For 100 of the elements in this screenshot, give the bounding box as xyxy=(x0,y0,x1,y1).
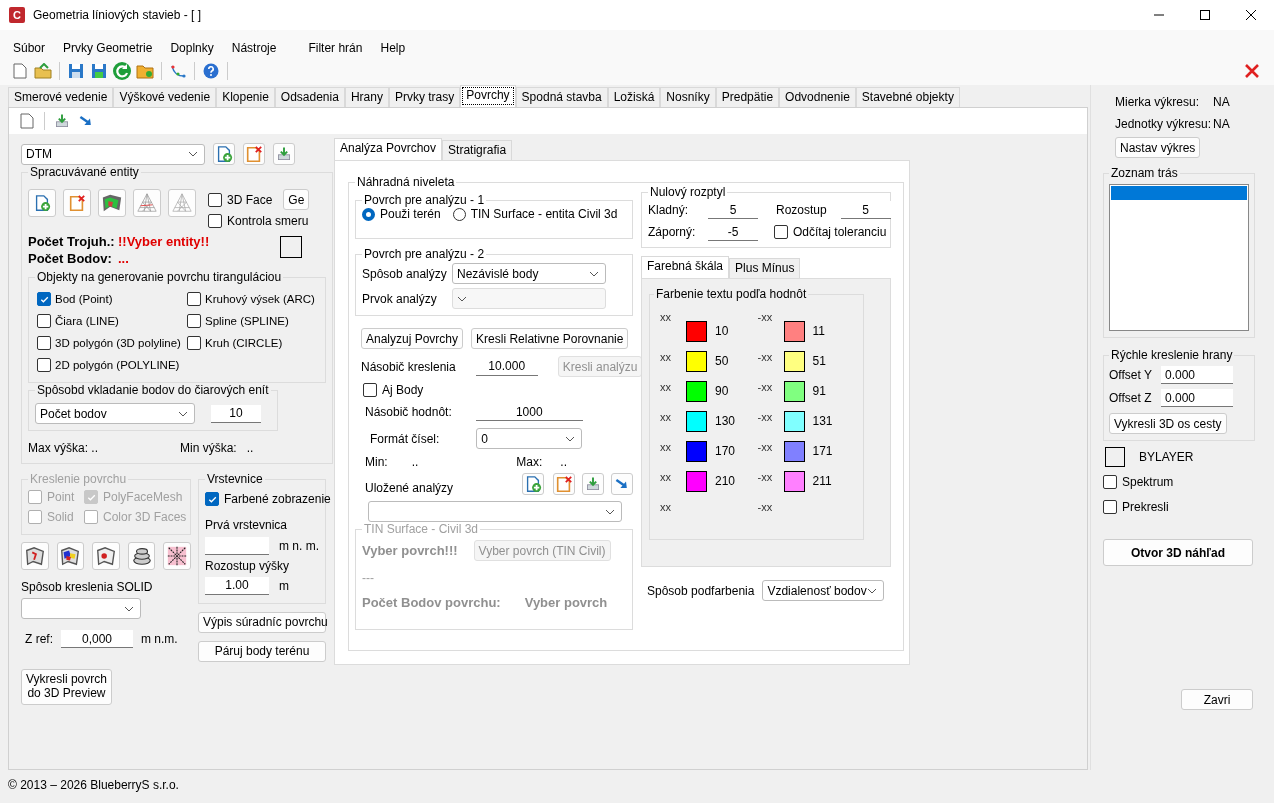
checkbox[interactable]: Kruh (CIRCLE) xyxy=(187,336,319,350)
pattern-button[interactable] xyxy=(163,542,191,570)
menu-item[interactable]: Súbor xyxy=(4,41,55,57)
close-button[interactable]: Zavri xyxy=(1181,689,1253,710)
label: Počet Trojuh.: xyxy=(28,234,116,249)
list-box[interactable] xyxy=(1109,184,1249,331)
color-swatch[interactable] xyxy=(686,410,707,432)
surface-button[interactable] xyxy=(92,542,120,570)
radio-button[interactable]: TIN Surface - entita Civil 3d xyxy=(452,207,618,221)
tab[interactable]: Predpätie xyxy=(715,87,780,107)
checkbox[interactable]: Kruhový výsek (ARC) xyxy=(187,292,319,306)
checkbox[interactable]: Odčítaj toleranciu xyxy=(774,225,887,239)
layers-button[interactable] xyxy=(127,542,156,570)
checkbox[interactable]: Prekresli xyxy=(1103,500,1169,514)
button[interactable]: Otvor 3D náhľad xyxy=(1103,539,1253,566)
color-swatch[interactable] xyxy=(280,236,302,258)
input-field[interactable]: 5 xyxy=(840,201,891,219)
color-swatch[interactable] xyxy=(783,320,805,342)
color-swatch[interactable] xyxy=(1105,447,1125,467)
input-field[interactable]: 10 xyxy=(211,404,261,423)
input-field[interactable]: 0.000 xyxy=(1161,366,1233,384)
menu-item[interactable]: Nástroje xyxy=(222,41,286,57)
import-button[interactable] xyxy=(273,143,295,165)
checkbox[interactable]: Bod (Point) xyxy=(37,292,187,306)
dropdown[interactable]: Počet bodov xyxy=(35,403,195,424)
input-field[interactable]: 0,000 xyxy=(61,630,133,648)
button[interactable]: Kresli Relativne Porovnanie xyxy=(471,328,629,349)
button[interactable]: Páruj body terénu xyxy=(198,640,326,662)
tab[interactable]: Ložiská xyxy=(607,87,661,107)
tab[interactable]: Analýza Povrchov xyxy=(334,138,443,160)
menu-item[interactable]: Help xyxy=(371,41,415,57)
button[interactable]: Vykresli 3D os cesty xyxy=(1109,413,1227,434)
tab[interactable]: Spodná stavba xyxy=(515,87,608,107)
open-folder-icon[interactable] xyxy=(33,61,53,81)
checkbox[interactable]: Čiara (LINE) xyxy=(37,314,187,328)
button[interactable]: Ge xyxy=(283,189,310,210)
checkbox[interactable]: Spektrum xyxy=(1103,475,1174,489)
save-all-icon[interactable] xyxy=(89,61,109,81)
color-swatch[interactable] xyxy=(783,380,805,402)
checkbox[interactable]: 2D polygón (POLYLINE) xyxy=(37,358,187,372)
save-icon[interactable] xyxy=(66,61,86,81)
color-swatch[interactable] xyxy=(783,410,805,432)
color-swatch[interactable] xyxy=(686,350,707,372)
tab[interactable]: Prvky trasy xyxy=(388,87,461,107)
button[interactable]: Vykresli povrch do 3D Preview xyxy=(21,669,112,705)
color-swatch[interactable] xyxy=(686,440,707,462)
menu-item[interactable]: Filter hrán xyxy=(299,41,372,57)
tab[interactable]: Odvodnenie xyxy=(779,87,856,107)
input-field[interactable]: 1.00 xyxy=(205,576,269,595)
checkbox[interactable]: 3D Face xyxy=(208,192,273,207)
input-field[interactable] xyxy=(205,536,269,555)
dropdown[interactable]: DTM xyxy=(21,143,205,165)
color-swatch[interactable] xyxy=(783,350,805,372)
tab[interactable]: Hrany xyxy=(344,87,389,107)
help-icon[interactable] xyxy=(201,61,221,81)
color-swatch[interactable] xyxy=(783,470,805,492)
color-swatch[interactable] xyxy=(686,320,707,342)
tab[interactable]: Farebná škála xyxy=(641,256,730,278)
button[interactable]: Nastav výkres xyxy=(1115,137,1201,158)
surface-button[interactable] xyxy=(21,542,49,570)
menu-item[interactable]: Doplnky xyxy=(161,41,223,57)
add-button[interactable] xyxy=(28,189,56,217)
dropdown[interactable]: Vzdialenosť bodov xyxy=(762,580,884,601)
color-swatch[interactable] xyxy=(686,470,707,492)
delete-button[interactable] xyxy=(63,189,91,217)
tab[interactable]: Stratigrafia xyxy=(442,140,513,160)
checkbox[interactable]: Aj Body xyxy=(363,383,424,397)
tab[interactable]: Klopenie xyxy=(216,87,275,107)
button[interactable]: Výpis súradníc povrchu xyxy=(198,611,326,633)
button[interactable]: Analyzuj Povrchy xyxy=(361,328,464,349)
tab[interactable]: Nosníky xyxy=(660,87,716,107)
tab[interactable]: Smerové vedenie xyxy=(8,87,114,107)
add-button[interactable] xyxy=(213,143,235,165)
menu-item[interactable]: Prvky Geometrie xyxy=(54,41,162,57)
color-swatch[interactable] xyxy=(783,440,805,462)
delete-button[interactable] xyxy=(243,143,265,165)
color-swatch[interactable] xyxy=(686,380,707,402)
dropdown[interactable]: Nezávislé body xyxy=(452,263,606,284)
dropdown[interactable]: 0 xyxy=(476,428,583,449)
bound-label: xx xyxy=(660,351,671,363)
refresh-icon[interactable] xyxy=(112,61,132,81)
checkbox[interactable]: Farbené zobrazenie xyxy=(205,492,331,506)
chevron-icon xyxy=(124,605,134,612)
add-button[interactable] xyxy=(522,473,544,495)
bound-label: xx xyxy=(660,381,671,393)
tab[interactable]: Odsadenia xyxy=(274,87,345,107)
surface-button[interactable] xyxy=(56,542,85,570)
tab[interactable]: Povrchy xyxy=(460,85,516,107)
delete-button[interactable] xyxy=(553,473,575,495)
checkbox[interactable]: Kontrola smeru xyxy=(208,214,310,228)
tab[interactable]: Stavebné objekty xyxy=(855,87,960,107)
checkbox[interactable]: Spline (SPLINE) xyxy=(187,314,319,328)
import-button[interactable] xyxy=(582,473,604,495)
export-button[interactable] xyxy=(611,473,633,495)
radio-button[interactable]: Použi terén xyxy=(362,207,441,221)
checkbox[interactable]: 3D polygón (3D polyline) xyxy=(37,336,187,350)
terrain-button[interactable] xyxy=(98,189,126,217)
tab[interactable]: Plus Mínus xyxy=(729,258,801,278)
tab[interactable]: Výškové vedenie xyxy=(113,87,217,107)
input-field[interactable]: 0.000 xyxy=(1161,389,1233,407)
